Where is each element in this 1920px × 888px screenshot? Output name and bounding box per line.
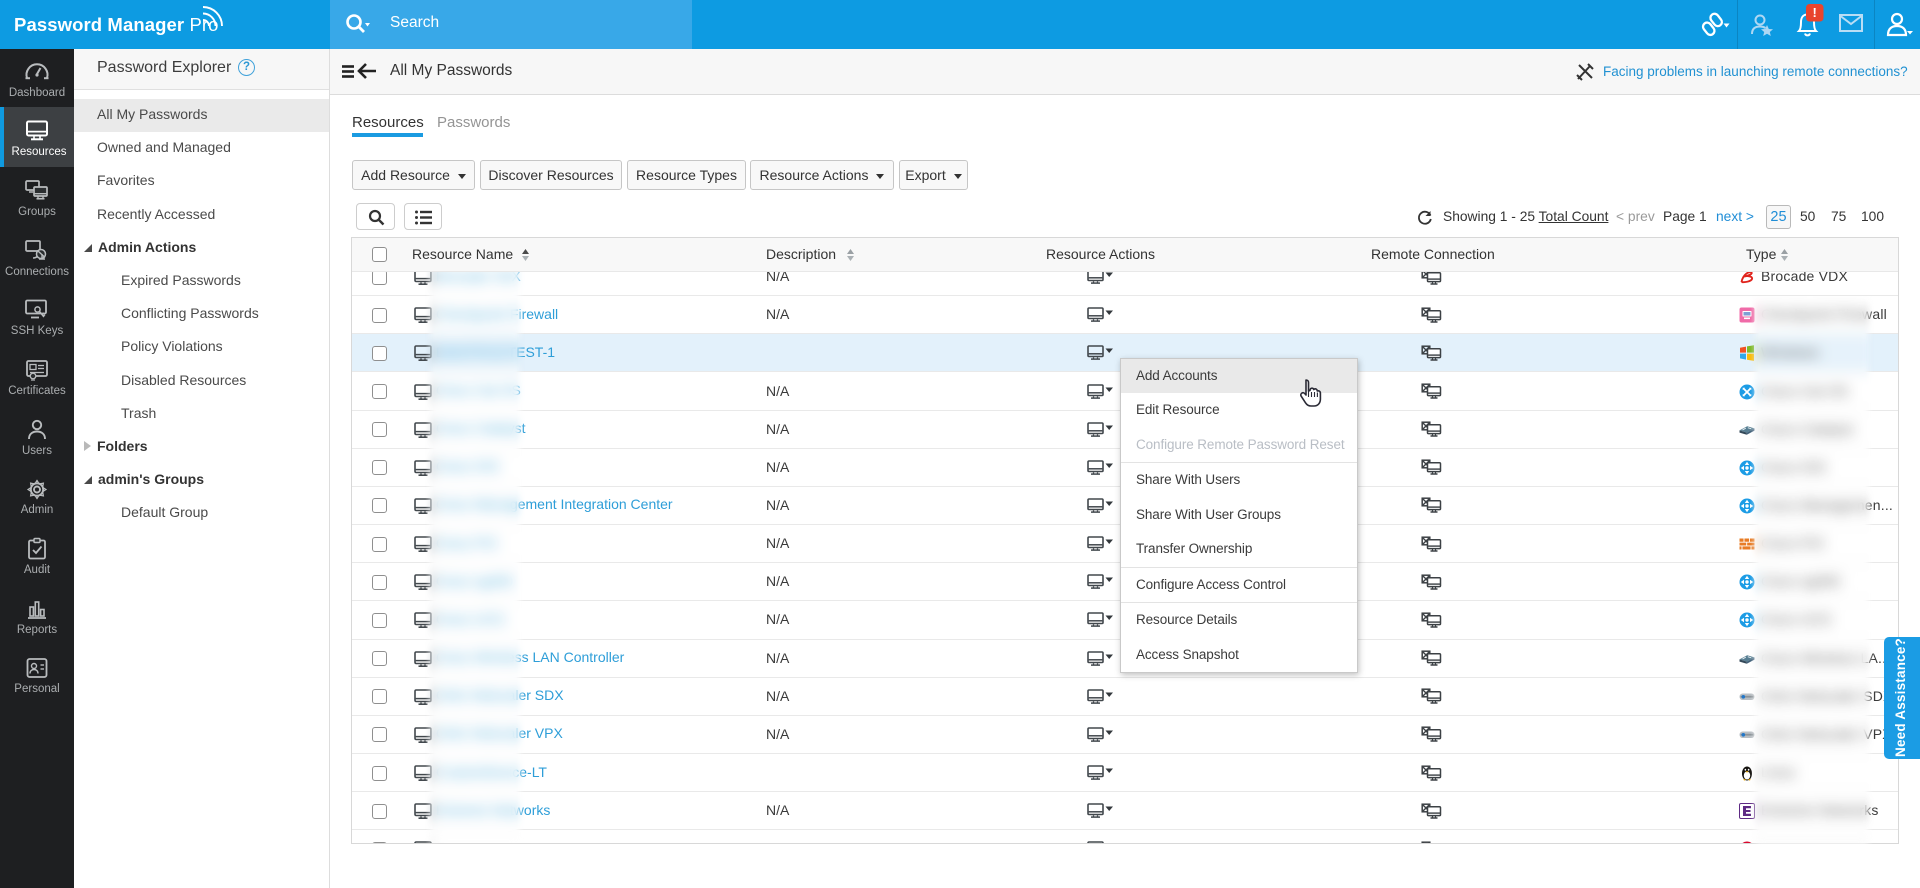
- svg-text:!: !: [1813, 5, 1817, 20]
